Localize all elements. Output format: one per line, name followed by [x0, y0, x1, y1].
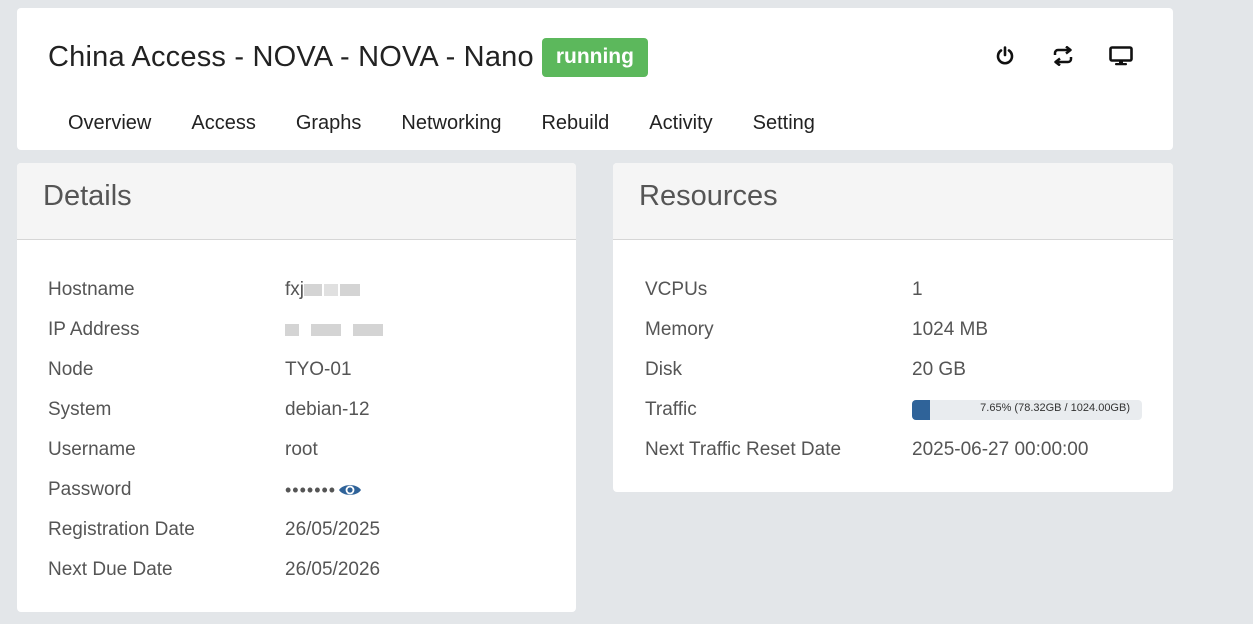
vcpus-row: VCPUs 1: [613, 270, 1173, 310]
tab-overview[interactable]: Overview: [47, 112, 171, 135]
traffic-row: Traffic 7.65% (78.32GB / 1024.00GB): [613, 390, 1173, 430]
system-label: System: [48, 399, 112, 420]
username-row: Username root: [17, 430, 576, 470]
console-button[interactable]: [1101, 36, 1141, 76]
vcpus-label: VCPUs: [645, 279, 708, 300]
username-value: root: [285, 439, 318, 460]
server-actions: [985, 36, 1159, 76]
memory-row: Memory 1024 MB: [613, 310, 1173, 350]
registration-date-label: Registration Date: [48, 519, 195, 540]
next-due-date-row: Next Due Date 26/05/2026: [17, 550, 576, 590]
details-panel: Details Hostname fxj IP Address Node TYO…: [17, 163, 576, 612]
tab-setting[interactable]: Setting: [733, 112, 835, 135]
password-label: Password: [48, 479, 132, 500]
node-value: TYO-01: [285, 359, 352, 380]
ip-address-value: [285, 324, 383, 336]
tab-networking[interactable]: Networking: [381, 112, 521, 135]
password-row: Password •••••••: [17, 470, 576, 510]
traffic-progress-bar: 7.65% (78.32GB / 1024.00GB): [912, 400, 1142, 420]
system-row: System debian-12: [17, 390, 576, 430]
power-button[interactable]: [985, 36, 1025, 76]
next-due-date-label: Next Due Date: [48, 559, 173, 580]
server-tabs: Overview Access Graphs Networking Rebuil…: [47, 112, 835, 135]
resources-panel: Resources VCPUs 1 Memory 1024 MB Disk 20…: [613, 163, 1173, 492]
restart-button[interactable]: [1043, 36, 1083, 76]
memory-value: 1024 MB: [912, 319, 989, 340]
tab-activity[interactable]: Activity: [629, 112, 732, 135]
next-due-date-value: 26/05/2026: [285, 559, 381, 580]
node-label: Node: [48, 359, 94, 380]
page-title: China Access - NOVA - NOVA - Nano: [48, 41, 534, 73]
tab-graphs[interactable]: Graphs: [276, 112, 382, 135]
ip-address-row: IP Address: [17, 310, 576, 350]
server-header-card: China Access - NOVA - NOVA - Nano runnin…: [17, 8, 1173, 150]
disk-value: 20 GB: [912, 359, 966, 380]
disk-label: Disk: [645, 359, 682, 380]
system-value: debian-12: [285, 399, 370, 420]
power-icon: [996, 46, 1014, 65]
traffic-reset-label: Next Traffic Reset Date: [645, 439, 842, 460]
disk-row: Disk 20 GB: [613, 350, 1173, 390]
details-title: Details: [17, 163, 576, 240]
tab-rebuild[interactable]: Rebuild: [521, 112, 629, 135]
hostname-label: Hostname: [48, 279, 135, 300]
hostname-value: fxj: [285, 279, 304, 300]
console-icon: [1109, 46, 1133, 66]
traffic-reset-row: Next Traffic Reset Date 2025-06-27 00:00…: [613, 430, 1173, 470]
password-value: •••••••: [285, 479, 337, 500]
traffic-progress-text: 7.65% (78.32GB / 1024.00GB): [980, 402, 1130, 414]
traffic-progress-fill: [912, 400, 930, 420]
traffic-reset-value: 2025-06-27 00:00:00: [912, 439, 1089, 460]
registration-date-value: 26/05/2025: [285, 519, 381, 540]
registration-date-row: Registration Date 26/05/2025: [17, 510, 576, 550]
show-password-icon[interactable]: [338, 482, 362, 498]
node-row: Node TYO-01: [17, 350, 576, 390]
restart-icon: [1053, 46, 1073, 66]
status-badge: running: [541, 38, 648, 77]
ip-address-label: IP Address: [48, 319, 140, 340]
title-row: China Access - NOVA - NOVA - Nano runnin…: [48, 38, 648, 77]
redacted-block: [285, 324, 383, 336]
resources-title: Resources: [613, 163, 1173, 240]
hostname-row: Hostname fxj: [17, 270, 576, 310]
tab-access[interactable]: Access: [171, 112, 275, 135]
memory-label: Memory: [645, 319, 714, 340]
username-label: Username: [48, 439, 136, 460]
vcpus-value: 1: [912, 279, 923, 300]
redacted-block: [304, 284, 360, 296]
traffic-label: Traffic: [645, 399, 697, 420]
